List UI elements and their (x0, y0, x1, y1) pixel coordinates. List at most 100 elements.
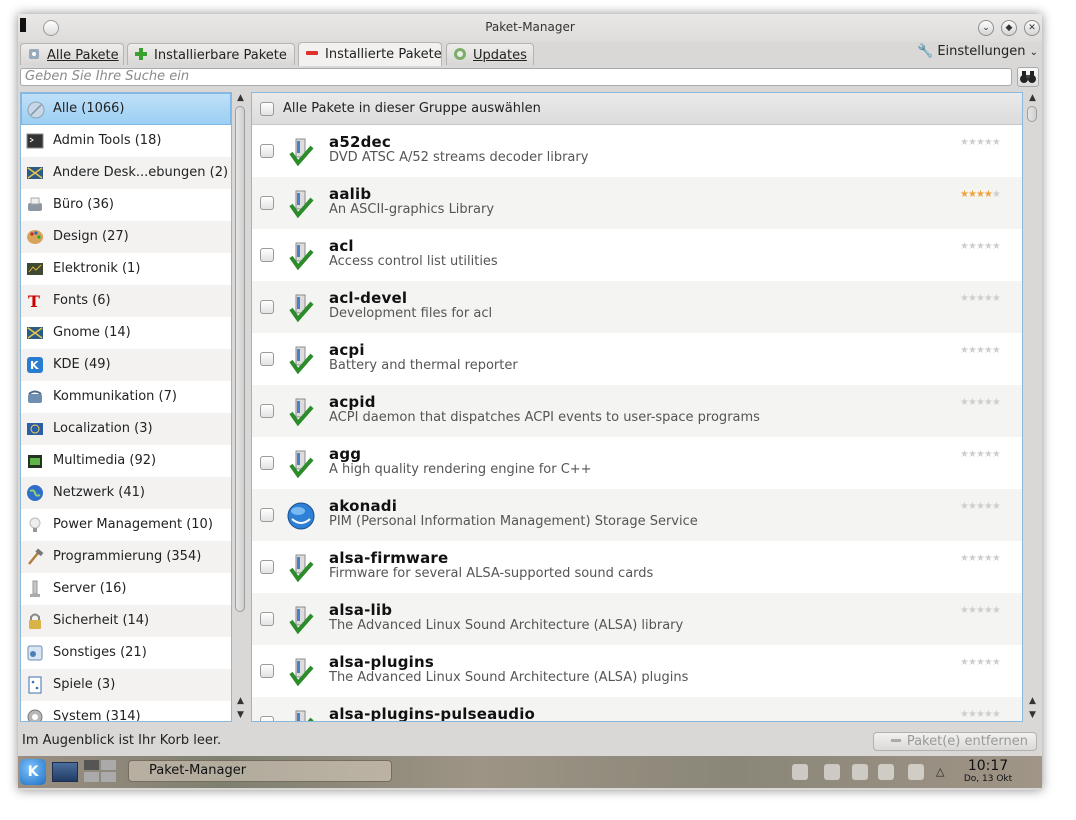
star-icon[interactable]: ★ (968, 397, 977, 408)
star-icon[interactable]: ★ (976, 345, 985, 356)
package-checkbox[interactable] (260, 196, 274, 210)
star-icon[interactable]: ★ (968, 137, 977, 148)
category-item-server[interactable]: Server (16) (21, 573, 231, 605)
star-icon[interactable]: ★ (984, 345, 993, 356)
star-icon[interactable]: ★ (960, 657, 969, 668)
package-checkbox[interactable] (260, 508, 274, 522)
star-icon[interactable]: ★ (960, 709, 969, 720)
package-list[interactable]: Alle Pakete in dieser Gruppe auswählen a… (251, 92, 1023, 722)
select-all-header[interactable]: Alle Pakete in dieser Gruppe auswählen (252, 93, 1022, 125)
category-item-misc[interactable]: Sonstiges (21) (21, 637, 231, 669)
star-icon[interactable]: ★ (984, 501, 993, 512)
star-icon[interactable]: ★ (960, 605, 969, 616)
close-button[interactable]: ✕ (1024, 20, 1040, 36)
package-checkbox[interactable] (260, 248, 274, 262)
package-row[interactable]: akonadi PIM (Personal Information Managem… (252, 489, 1022, 541)
volume-tray-icon[interactable] (878, 764, 894, 780)
star-icon[interactable]: ★ (976, 397, 985, 408)
scissors-tray-icon[interactable] (852, 764, 868, 780)
scroll-down-icon[interactable]: ▼ (1026, 709, 1039, 722)
battery-tray-icon[interactable] (908, 764, 924, 780)
category-list[interactable]: Alle (1066) Admin Tools (18) Andere Desk… (20, 92, 232, 722)
star-icon[interactable]: ★ (968, 605, 977, 616)
rating-stars[interactable]: ★★★★★ (960, 345, 1001, 356)
star-icon[interactable]: ★ (960, 501, 969, 512)
tab-updates[interactable]: Updates (446, 43, 534, 65)
rating-stars[interactable]: ★★★★★ (960, 189, 1001, 200)
star-icon[interactable]: ★ (984, 241, 993, 252)
star-icon[interactable]: ★ (992, 293, 1001, 304)
category-item-localization[interactable]: Localization (3) (21, 413, 231, 445)
star-icon[interactable]: ★ (968, 189, 977, 200)
scroll-up-icon[interactable]: ▲ (234, 695, 247, 708)
scroll-up-icon[interactable]: ▲ (1026, 695, 1039, 708)
package-row[interactable]: alsa-plugins-pulseaudio ★★★★★ (252, 697, 1022, 721)
package-checkbox[interactable] (260, 664, 274, 678)
remove-packages-button[interactable]: Paket(e) entfernen (873, 732, 1037, 751)
category-item-games[interactable]: Spiele (3) (21, 669, 231, 701)
category-item-system[interactable]: System (314) (21, 701, 231, 721)
settings-button[interactable]: 🔧 Einstellungen ⌄ (917, 44, 1038, 59)
category-item-design[interactable]: Design (27) (21, 221, 231, 253)
package-row[interactable]: acl-devel Development files for acl ★★★★★ (252, 281, 1022, 333)
star-icon[interactable]: ★ (984, 657, 993, 668)
star-icon[interactable]: ★ (992, 605, 1001, 616)
scrollbar-thumb[interactable] (235, 106, 245, 612)
package-checkbox[interactable] (260, 716, 274, 721)
package-row[interactable]: acl Access control list utilities ★★★★★ (252, 229, 1022, 281)
star-icon[interactable]: ★ (968, 449, 977, 460)
category-item-security[interactable]: Sicherheit (14) (21, 605, 231, 637)
package-checkbox[interactable] (260, 404, 274, 418)
star-icon[interactable]: ★ (992, 241, 1001, 252)
star-icon[interactable]: ★ (992, 709, 1001, 720)
package-checkbox[interactable] (260, 560, 274, 574)
rating-stars[interactable]: ★★★★★ (960, 709, 1001, 720)
category-scrollbar[interactable]: ▲ ▲ ▼ (234, 92, 247, 722)
star-icon[interactable]: ★ (984, 553, 993, 564)
rating-stars[interactable]: ★★★★★ (960, 553, 1001, 564)
star-icon[interactable]: ★ (960, 293, 969, 304)
category-item-admin-tools[interactable]: Admin Tools (18) (21, 125, 231, 157)
package-row[interactable]: alsa-plugins The Advanced Linux Sound Arc… (252, 645, 1022, 697)
tab-all-packages[interactable]: Alle Pakete (20, 43, 124, 65)
star-icon[interactable]: ★ (960, 397, 969, 408)
star-icon[interactable]: ★ (992, 397, 1001, 408)
chevron-up-icon[interactable]: △ (936, 765, 944, 778)
search-button[interactable] (1017, 67, 1039, 87)
package-checkbox[interactable] (260, 144, 274, 158)
category-item-gnome[interactable]: Gnome (14) (21, 317, 231, 349)
star-icon[interactable]: ★ (960, 189, 969, 200)
star-icon[interactable]: ★ (984, 189, 993, 200)
star-icon[interactable]: ★ (960, 449, 969, 460)
pager-icon[interactable] (84, 760, 118, 784)
star-icon[interactable]: ★ (976, 657, 985, 668)
rating-stars[interactable]: ★★★★★ (960, 397, 1001, 408)
scroll-up-icon[interactable]: ▲ (1026, 92, 1039, 105)
star-icon[interactable]: ★ (976, 137, 985, 148)
tab-installable-packages[interactable]: Installierbare Pakete (127, 43, 295, 65)
star-icon[interactable]: ★ (960, 345, 969, 356)
star-icon[interactable]: ★ (960, 137, 969, 148)
kde-menu-button[interactable]: K (20, 759, 46, 785)
select-all-checkbox[interactable] (260, 102, 274, 116)
rating-stars[interactable]: ★★★★★ (960, 449, 1001, 460)
star-icon[interactable]: ★ (976, 605, 985, 616)
star-icon[interactable]: ★ (976, 501, 985, 512)
package-scrollbar[interactable]: ▲ ▲ ▼ (1026, 92, 1039, 722)
clock-time[interactable]: 10:17 (960, 758, 1016, 774)
star-icon[interactable]: ★ (992, 137, 1001, 148)
package-checkbox[interactable] (260, 300, 274, 314)
package-row[interactable]: alsa-firmware Firmware for several ALSA-s… (252, 541, 1022, 593)
star-icon[interactable]: ★ (976, 241, 985, 252)
maximize-button[interactable]: ◆ (1001, 20, 1017, 36)
star-icon[interactable]: ★ (976, 553, 985, 564)
star-icon[interactable]: ★ (992, 449, 1001, 460)
package-row[interactable]: alsa-lib The Advanced Linux Sound Archite… (252, 593, 1022, 645)
scrollbar-thumb[interactable] (1027, 106, 1037, 122)
rating-stars[interactable]: ★★★★★ (960, 605, 1001, 616)
star-icon[interactable]: ★ (992, 501, 1001, 512)
scroll-down-icon[interactable]: ▼ (234, 709, 247, 722)
tab-installed-packages[interactable]: Installierte Pakete (298, 42, 442, 66)
star-icon[interactable]: ★ (984, 137, 993, 148)
category-item-power-management[interactable]: Power Management (10) (21, 509, 231, 541)
